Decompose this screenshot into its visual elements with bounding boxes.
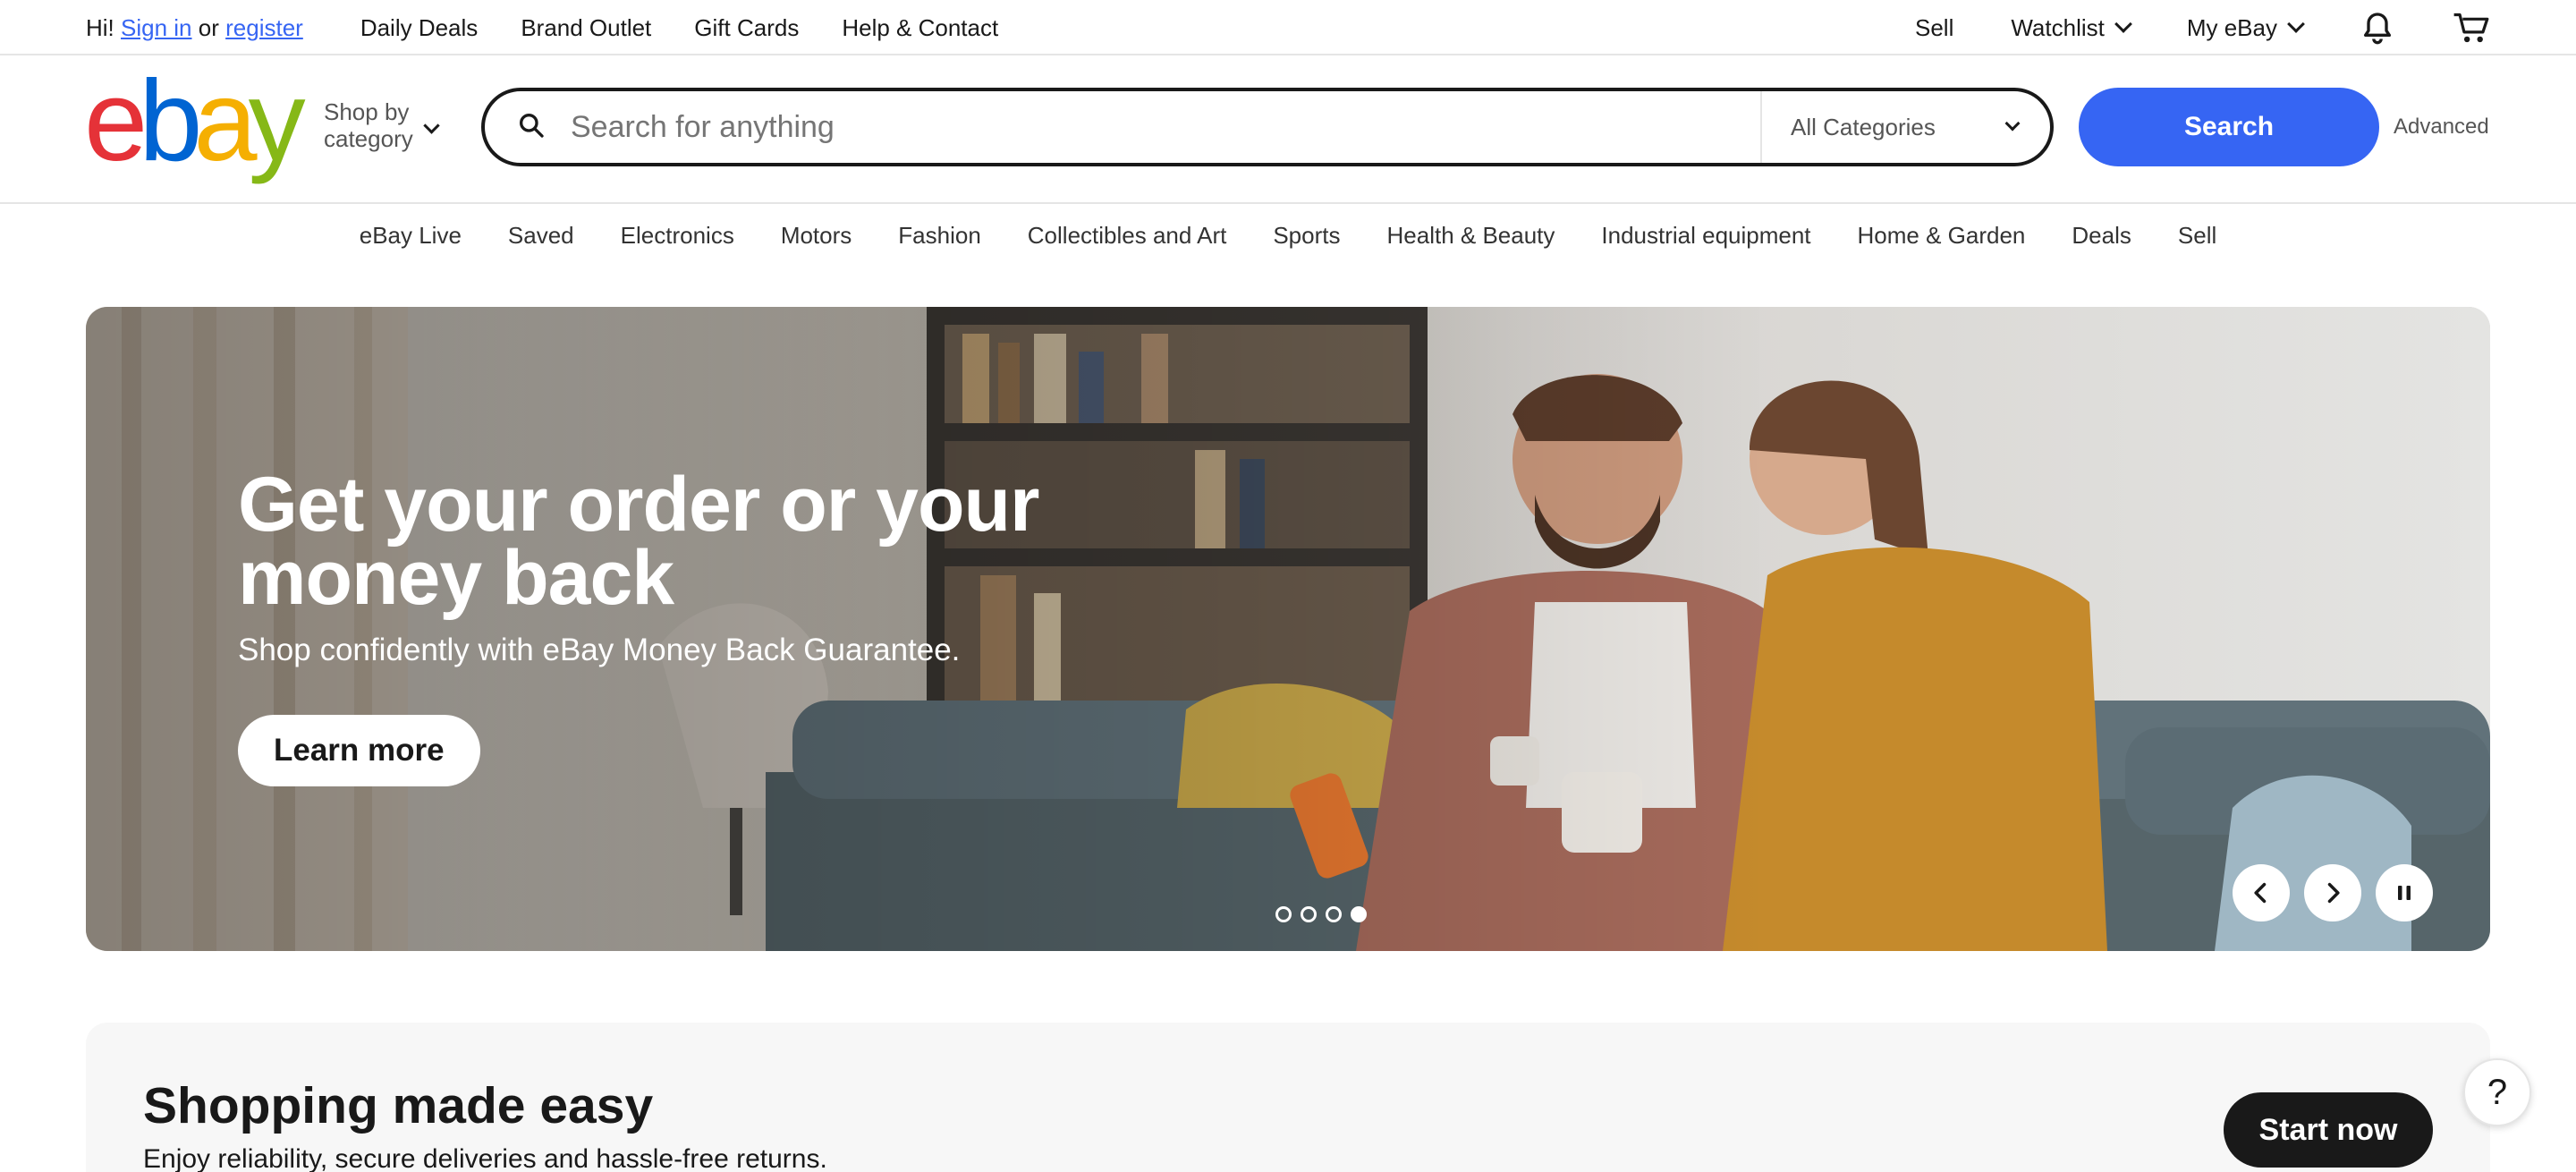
category-select[interactable]: All Categories [1760, 91, 2050, 163]
nav-item-electronics[interactable]: Electronics [621, 222, 734, 250]
nav-item-industrial[interactable]: Industrial equipment [1601, 222, 1810, 250]
logo-letter: a [193, 57, 257, 185]
carousel-prev-button[interactable] [2233, 864, 2290, 921]
logo-letter: e [84, 57, 148, 185]
chevron-down-icon [2004, 115, 2021, 132]
my-ebay-dropdown[interactable]: My eBay [2186, 13, 2305, 42]
nav-item-home-garden[interactable]: Home & Garden [1858, 222, 2026, 250]
watchlist-label: Watchlist [2011, 13, 2105, 41]
top-right-links: Sell Watchlist My eBay [1858, 0, 2490, 55]
bell-icon[interactable] [2360, 10, 2395, 46]
learn-more-button[interactable]: Learn more [238, 715, 480, 786]
ebay-logo[interactable]: e b a y [84, 57, 306, 185]
chevron-down-icon [2114, 15, 2132, 33]
start-now-button[interactable]: Start now [2224, 1092, 2433, 1168]
help-button[interactable]: ? [2463, 1058, 2531, 1126]
daily-deals-link[interactable]: Daily Deals [360, 14, 479, 42]
pause-icon [2398, 886, 2411, 900]
hero-subtitle: Shop confidently with eBay Money Back Gu… [238, 633, 961, 667]
nav-item-deals[interactable]: Deals [2072, 222, 2131, 250]
nav-item-motors[interactable]: Motors [781, 222, 852, 250]
shopping-made-easy-banner: Shopping made easy Enjoy reliability, se… [86, 1023, 2490, 1172]
promo-subtitle: Enjoy reliability, secure deliveries and… [143, 1144, 827, 1172]
carousel-dot-active[interactable] [1351, 906, 1367, 922]
carousel-dot[interactable] [1326, 906, 1342, 922]
advanced-search-link[interactable]: Advanced [2394, 115, 2489, 140]
chevron-down-icon [423, 116, 440, 134]
or-text: or [198, 13, 219, 41]
search-bar: All Categories [481, 88, 2054, 166]
shop-by-category-button[interactable]: Shop by category [324, 98, 440, 152]
chevron-right-icon [2327, 882, 2340, 904]
gift-cards-link[interactable]: Gift Cards [694, 14, 799, 42]
nav-item-collectibles[interactable]: Collectibles and Art [1028, 222, 1227, 250]
top-left-links: Hi! Sign in or register Daily Deals Bran… [86, 0, 1041, 55]
main-header: e b a y Shop by category All Categories … [0, 55, 2576, 204]
nav-item-fashion[interactable]: Fashion [898, 222, 981, 250]
carousel-indicators [1275, 906, 1376, 922]
register-link[interactable]: register [225, 14, 303, 42]
nav-item-sell[interactable]: Sell [2178, 222, 2216, 250]
search-button[interactable]: Search [2079, 88, 2379, 166]
my-ebay-label: My eBay [2186, 13, 2277, 41]
carousel-next-button[interactable] [2304, 864, 2361, 921]
watchlist-dropdown[interactable]: Watchlist [2011, 13, 2132, 42]
carousel-dot[interactable] [1275, 906, 1292, 922]
carousel-pause-button[interactable] [2376, 864, 2433, 921]
chevron-left-icon [2254, 882, 2267, 904]
logo-letter: b [139, 57, 202, 185]
sign-in-link[interactable]: Sign in [121, 14, 192, 42]
search-input[interactable] [571, 109, 1760, 145]
category-label: category [324, 125, 413, 152]
promo-title: Shopping made easy [143, 1077, 654, 1134]
carousel-dot[interactable] [1301, 906, 1317, 922]
nav-item-ebay-live[interactable]: eBay Live [360, 222, 462, 250]
category-select-value: All Categories [1791, 113, 1936, 140]
search-icon [517, 111, 571, 144]
nav-item-health-beauty[interactable]: Health & Beauty [1387, 222, 1555, 250]
greeting-text: Hi! [86, 13, 114, 41]
chevron-down-icon [2287, 15, 2305, 33]
nav-item-saved[interactable]: Saved [508, 222, 574, 250]
sell-link[interactable]: Sell [1915, 14, 1953, 42]
shop-by-label: Shop by [324, 98, 410, 125]
brand-outlet-link[interactable]: Brand Outlet [521, 14, 651, 42]
category-nav: eBay Live Saved Electronics Motors Fashi… [0, 204, 2576, 267]
hero-title: Get your order or your money back [238, 462, 1040, 621]
cart-icon[interactable] [2453, 10, 2490, 46]
hero-photo [86, 307, 2490, 951]
help-contact-link[interactable]: Help & Contact [842, 14, 998, 42]
top-utility-bar: Hi! Sign in or register Daily Deals Bran… [0, 0, 2576, 55]
nav-item-sports[interactable]: Sports [1273, 222, 1340, 250]
hero-banner: Get your order or your money back Shop c… [86, 307, 2490, 951]
logo-letter: y [248, 57, 306, 185]
